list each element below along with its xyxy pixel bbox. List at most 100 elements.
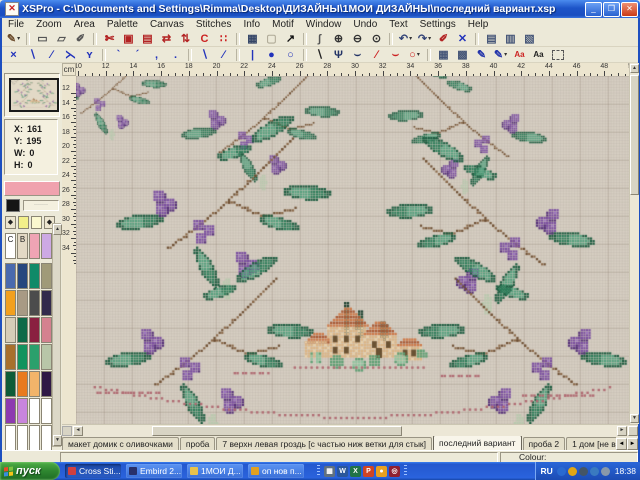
needle-thread-icon[interactable]: ʃ — [311, 31, 328, 47]
import-design-icon[interactable]: ▧ — [521, 31, 538, 47]
pattern-tab-5[interactable]: 1 дом [не весь для стыковки] — [566, 437, 616, 450]
quarter-stitch-se-icon[interactable]: . — [167, 47, 184, 63]
select-rectangle-icon[interactable]: ▭ — [34, 31, 51, 47]
blend-code-field[interactable]: ······· — [23, 200, 59, 211]
pattern-tab-3[interactable]: последний вариант — [433, 436, 522, 450]
tray-icon-1[interactable] — [568, 467, 577, 476]
dropdown-arrow-icon[interactable]: ▾ — [504, 51, 507, 58]
palette-swatch-5-2[interactable] — [29, 398, 40, 424]
half-cross-nw-icon[interactable]: ∖ — [24, 47, 41, 63]
cut-icon[interactable]: ✄ — [101, 31, 118, 47]
pencil-blue-icon[interactable]: ✎ — [473, 47, 490, 63]
palette-swatch-5-3[interactable] — [41, 398, 52, 424]
pattern-tab-2[interactable]: 7 верхн левая гроздь [с частью ниж ветки… — [216, 437, 432, 450]
straight-stitch-icon[interactable]: | — [244, 47, 261, 63]
copy-icon[interactable]: ▣ — [120, 31, 137, 47]
palette-swatch-2-2[interactable] — [29, 317, 40, 343]
palette-swatch-2-1[interactable] — [17, 317, 28, 343]
palette-swatch-6-3[interactable] — [41, 425, 52, 450]
palette-swatch-4-2[interactable] — [29, 371, 40, 397]
tray-icon-2[interactable] — [579, 467, 588, 476]
palette-swatch-4-3[interactable] — [41, 371, 52, 397]
excel-app-icon[interactable]: X — [350, 466, 361, 477]
palette-swatch-0-0[interactable] — [5, 263, 16, 289]
circle-red-icon[interactable]: ○▾ — [406, 47, 423, 63]
taskbar-task-2[interactable]: 1МОИ Д... — [187, 464, 243, 478]
menu-item-canvas[interactable]: Canvas — [144, 19, 190, 30]
palette-swatch-top-3[interactable] — [41, 233, 52, 259]
palette-swatch-5-0[interactable] — [5, 398, 16, 424]
palette-swatch-2-0[interactable] — [5, 317, 16, 343]
media-app-icon[interactable]: ▦ — [324, 466, 335, 477]
maximize-button[interactable]: ❐ — [603, 2, 620, 17]
menu-item-info[interactable]: Info — [237, 19, 266, 30]
palette-swatch-2-3[interactable] — [41, 317, 52, 343]
quarter-stitch-nw-icon[interactable]: ` — [110, 47, 127, 63]
palette-swatch-0-3[interactable] — [41, 263, 52, 289]
opera-app-icon[interactable]: ◎ — [389, 466, 400, 477]
bead-filled-icon[interactable]: ● — [263, 47, 280, 63]
minimize-button[interactable]: _ — [585, 2, 602, 17]
special-stitch-icon[interactable]: ∖ — [311, 47, 328, 63]
motif-fill-icon[interactable]: ▦ — [435, 47, 452, 63]
tray-icon-0[interactable] — [557, 467, 566, 476]
palette-swatch-3-1[interactable] — [17, 344, 28, 370]
display-grid-icon[interactable]: ▦ — [244, 31, 261, 47]
backstitch-red-icon[interactable]: ∕ — [368, 47, 385, 63]
redo-icon[interactable]: ↷▾ — [416, 31, 433, 47]
palette-swatch-6-2[interactable] — [29, 425, 40, 450]
language-indicator[interactable]: RU — [540, 466, 552, 476]
palette-swatch-4-0[interactable] — [5, 371, 16, 397]
palette-swatch-6-0[interactable] — [5, 425, 16, 450]
pointer-arrow-icon[interactable]: ↗ — [282, 31, 299, 47]
menu-item-palette[interactable]: Palette — [101, 19, 144, 30]
menu-item-window[interactable]: Window — [300, 19, 348, 30]
mirror-vertical-icon[interactable]: ⇅ — [177, 31, 194, 47]
palette-swatch-1-0[interactable] — [5, 290, 16, 316]
palette-swatch-1-1[interactable] — [17, 290, 28, 316]
blend-pale-yellow[interactable] — [31, 216, 42, 229]
dropdown-arrow-icon[interactable]: ▾ — [17, 35, 20, 42]
palette-scrollbar[interactable]: ▲ ▼ — [52, 223, 61, 447]
quarter-stitch-sw-icon[interactable]: , — [148, 47, 165, 63]
delete-cross-icon[interactable]: ✕ — [454, 31, 471, 47]
half-cross-ne-icon[interactable]: ∕ — [43, 47, 60, 63]
select-polygon-icon[interactable]: ▱ — [53, 31, 70, 47]
export-page-icon[interactable]: ▥ — [502, 31, 519, 47]
scroll-left-icon[interactable]: ◄ — [73, 426, 83, 436]
motif-stamp-icon[interactable]: ▩ — [454, 47, 471, 63]
taskbar-task-0[interactable]: Cross Sti... — [65, 464, 121, 478]
rotate-icon[interactable]: C — [196, 31, 213, 47]
menu-item-area[interactable]: Area — [68, 19, 101, 30]
palette-swatch-top-1[interactable]: B — [17, 233, 28, 259]
pattern-tab-0[interactable]: макет домик с оливочками — [62, 437, 179, 450]
palette-swatch-5-1[interactable] — [17, 398, 28, 424]
pencil-blue-alt-icon[interactable]: ✎▾ — [492, 47, 509, 63]
close-button[interactable]: ✕ — [621, 2, 638, 17]
pen-red-blue-icon[interactable]: ✐ — [435, 31, 452, 47]
menu-item-help[interactable]: Help — [462, 19, 495, 30]
menu-item-zoom[interactable]: Zoom — [30, 19, 68, 30]
palette-swatch-1-3[interactable] — [41, 290, 52, 316]
text-black-icon[interactable]: Aa — [530, 47, 547, 63]
paste-icon[interactable]: ▤ — [139, 31, 156, 47]
tray-icon-3[interactable] — [590, 467, 599, 476]
scroll-right-icon[interactable]: ► — [617, 426, 627, 436]
menu-item-stitches[interactable]: Stitches — [190, 19, 238, 30]
vertical-scrollbar[interactable]: ▲ ▼ — [629, 63, 639, 424]
vertical-scroll-thumb[interactable] — [630, 75, 639, 195]
palette-swatch-4-1[interactable] — [17, 371, 28, 397]
fork-stitch-icon[interactable]: Ψ — [330, 47, 347, 63]
tray-icon-4[interactable] — [601, 467, 610, 476]
pattern-preview[interactable] — [4, 73, 60, 117]
title-bar[interactable]: ✕ XSPro - C:\Documents and Settings\Rimm… — [0, 0, 640, 18]
export-image-icon[interactable]: ▤ — [483, 31, 500, 47]
start-button[interactable]: пуск — [0, 462, 60, 480]
menu-item-undo[interactable]: Undo — [347, 19, 383, 30]
scroll-up-icon[interactable]: ▲ — [630, 64, 639, 73]
palette-scroll-down-icon[interactable]: ▼ — [53, 435, 62, 446]
curve-red-icon[interactable]: ⌣ — [387, 47, 404, 63]
powerpoint-app-icon[interactable]: P — [363, 466, 374, 477]
scatter-icon[interactable]: ∷ — [215, 31, 232, 47]
palette-swatch-6-1[interactable] — [17, 425, 28, 450]
